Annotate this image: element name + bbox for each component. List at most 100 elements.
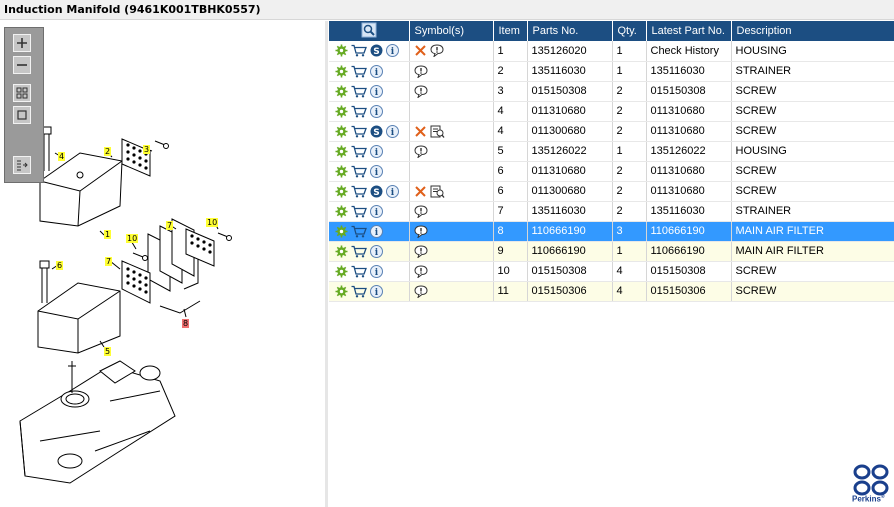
table-row[interactable]: i 9 110666190 1 110666190 MAIN AIR FILTER <box>329 241 894 262</box>
export-button[interactable] <box>13 156 31 174</box>
column-header-item[interactable]: Item <box>493 21 528 41</box>
discontinued-icon[interactable] <box>414 185 427 198</box>
table-row[interactable]: i 3 015150308 2 015150308 SCREW <box>329 81 894 102</box>
cart-icon[interactable] <box>351 85 367 98</box>
cart-icon[interactable] <box>351 225 367 238</box>
cart-icon[interactable] <box>351 185 367 198</box>
row-symbols <box>409 101 494 122</box>
cart-icon[interactable] <box>351 205 367 218</box>
note-bubble-icon[interactable] <box>413 64 428 78</box>
callout-3[interactable]: 3 <box>143 145 151 154</box>
info-icon[interactable]: i <box>370 164 383 178</box>
search-parts-icon[interactable] <box>361 22 377 38</box>
exploded-view-drawing[interactable] <box>0 21 325 507</box>
svg-text:i: i <box>375 228 379 238</box>
kit-book-icon[interactable] <box>430 125 445 138</box>
configure-icon[interactable] <box>335 44 348 57</box>
column-header-latest-part-no[interactable]: Latest Part No. <box>646 21 732 41</box>
column-header-symbols[interactable]: Symbol(s) <box>409 21 494 41</box>
table-row[interactable]: Si 6 011300680 2 011310680 SCREW <box>329 181 894 202</box>
table-row[interactable]: Si 4 011300680 2 011310680 SCREW <box>329 121 894 142</box>
cart-icon[interactable] <box>351 285 367 298</box>
note-bubble-icon[interactable] <box>413 264 428 278</box>
cart-icon[interactable] <box>351 265 367 278</box>
column-header-qty[interactable]: Qty. <box>612 21 647 41</box>
cart-icon[interactable] <box>351 245 367 258</box>
callout-10-right[interactable]: 10 <box>206 218 219 227</box>
note-bubble-icon[interactable] <box>413 204 428 218</box>
cart-icon[interactable] <box>351 44 367 57</box>
table-row[interactable]: Si 1 135126020 1 Check History HOUSING <box>329 41 894 62</box>
configure-icon[interactable] <box>335 245 348 258</box>
cell-parts-no: 135126022 <box>527 141 613 162</box>
supersession-icon[interactable]: S <box>370 44 383 57</box>
note-bubble-icon[interactable] <box>413 84 428 98</box>
callout-8-selected[interactable]: 8 <box>182 319 190 328</box>
configure-icon[interactable] <box>335 105 348 118</box>
column-header-parts-no[interactable]: Parts No. <box>527 21 613 41</box>
info-icon[interactable]: i <box>370 264 383 278</box>
info-icon[interactable]: i <box>386 44 399 58</box>
callout-5[interactable]: 5 <box>104 347 112 356</box>
callout-10-left[interactable]: 10 <box>126 234 139 243</box>
table-row[interactable]: i 10 015150308 4 015150308 SCREW <box>329 261 894 282</box>
note-bubble-icon[interactable] <box>413 144 428 158</box>
info-icon[interactable]: i <box>370 224 383 238</box>
table-row[interactable]: i 4 011310680 2 011310680 SCREW <box>329 101 894 122</box>
column-header-actions[interactable] <box>329 21 410 41</box>
cart-icon[interactable] <box>351 125 367 138</box>
fit-all-button[interactable] <box>13 84 31 102</box>
info-icon[interactable]: i <box>370 104 383 118</box>
info-icon[interactable]: i <box>370 284 383 298</box>
table-row[interactable]: i 8 110666190 3 110666190 MAIN AIR FILTER <box>329 221 894 242</box>
configure-icon[interactable] <box>335 185 348 198</box>
callout-6[interactable]: 6 <box>56 261 64 270</box>
zoom-in-button[interactable] <box>13 34 31 52</box>
note-bubble-icon[interactable] <box>413 284 428 298</box>
info-icon[interactable]: i <box>386 184 399 198</box>
cell-qty: 3 <box>612 221 647 242</box>
callout-7-left[interactable]: 7 <box>105 257 113 266</box>
configure-icon[interactable] <box>335 65 348 78</box>
callout-4[interactable]: 4 <box>58 152 66 161</box>
table-row[interactable]: i 7 135116030 2 135116030 STRAINER <box>329 201 894 222</box>
supersession-icon[interactable]: S <box>370 185 383 198</box>
table-row[interactable]: i 5 135126022 1 135126022 HOUSING <box>329 141 894 162</box>
table-row[interactable]: i 6 011310680 2 011310680 SCREW <box>329 161 894 182</box>
illustration-pane[interactable]: 4 2 3 1 7 10 6 10 7 5 8 <box>0 21 325 507</box>
info-icon[interactable]: i <box>370 64 383 78</box>
fit-window-button[interactable] <box>13 106 31 124</box>
info-icon[interactable]: i <box>370 204 383 218</box>
configure-icon[interactable] <box>335 145 348 158</box>
configure-icon[interactable] <box>335 265 348 278</box>
note-bubble-icon[interactable] <box>413 224 428 238</box>
cart-icon[interactable] <box>351 165 367 178</box>
kit-book-icon[interactable] <box>430 185 445 198</box>
info-icon[interactable]: i <box>370 144 383 158</box>
callout-7-right[interactable]: 7 <box>166 221 174 230</box>
configure-icon[interactable] <box>335 285 348 298</box>
configure-icon[interactable] <box>335 85 348 98</box>
cart-icon[interactable] <box>351 145 367 158</box>
configure-icon[interactable] <box>335 165 348 178</box>
configure-icon[interactable] <box>335 125 348 138</box>
callout-2[interactable]: 2 <box>104 147 112 156</box>
cart-icon[interactable] <box>351 105 367 118</box>
info-icon[interactable]: i <box>370 84 383 98</box>
table-row[interactable]: i 2 135116030 1 135116030 STRAINER <box>329 61 894 82</box>
supersession-icon[interactable]: S <box>370 125 383 138</box>
cart-icon[interactable] <box>351 65 367 78</box>
info-icon[interactable]: i <box>370 244 383 258</box>
discontinued-icon[interactable] <box>414 44 427 57</box>
info-icon[interactable]: i <box>386 124 399 138</box>
callout-1[interactable]: 1 <box>104 230 112 239</box>
discontinued-icon[interactable] <box>414 125 427 138</box>
note-bubble-icon[interactable] <box>429 44 444 58</box>
configure-icon[interactable] <box>335 225 348 238</box>
configure-icon[interactable] <box>335 205 348 218</box>
zoom-out-button[interactable] <box>13 56 31 74</box>
table-row[interactable]: i 11 015150306 4 015150306 SCREW <box>329 281 894 302</box>
pane-splitter[interactable] <box>325 21 328 507</box>
column-header-description[interactable]: Description <box>731 21 894 41</box>
note-bubble-icon[interactable] <box>413 244 428 258</box>
